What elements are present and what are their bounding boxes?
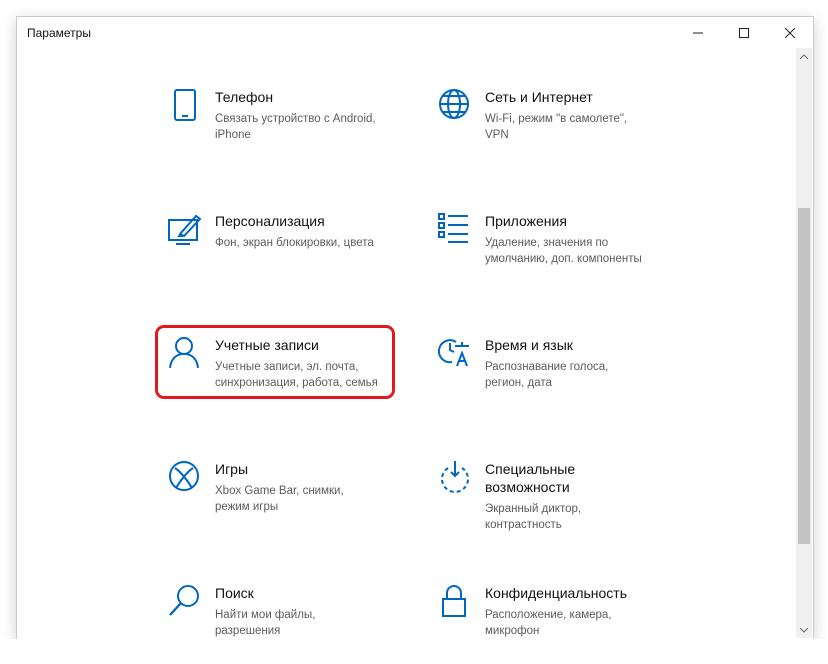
category-title: Персонализация (215, 213, 325, 229)
scroll-up-button[interactable] (796, 48, 812, 64)
person-icon (168, 336, 204, 372)
category-description: Распознавание голоса, (485, 361, 609, 373)
close-button[interactable] (767, 17, 813, 49)
category-title-line2: возможности (485, 479, 570, 495)
close-icon (785, 28, 795, 38)
category-personalization[interactable]: Персонализация Фон, экран блокировки, цв… (168, 212, 408, 292)
category-description: Найти мои файлы, (215, 609, 316, 621)
category-title: Время и язык (485, 337, 573, 353)
category-description: микрофон (485, 625, 540, 637)
category-description: VPN (485, 129, 509, 141)
category-title: Игры (215, 461, 249, 477)
category-description: контрастность (485, 519, 562, 531)
category-gaming[interactable]: Игры Xbox Game Bar, снимки, режим игры (168, 460, 408, 540)
category-description: режим игры (215, 501, 279, 513)
settings-window: Параметры (16, 16, 814, 640)
category-description: Xbox Game Bar, снимки, (215, 485, 344, 497)
scroll-down-button[interactable] (796, 622, 812, 638)
personalization-icon (168, 212, 204, 248)
category-description: Связать устройство с Android, (215, 113, 376, 125)
category-title: Специальные (485, 461, 576, 477)
category-network[interactable]: Сеть и Интернет Wi-Fi, режим "в самолете… (438, 88, 678, 168)
chevron-up-icon (800, 53, 808, 59)
maximize-button[interactable] (721, 17, 767, 49)
minimize-icon (693, 32, 703, 34)
category-phone[interactable]: Телефон Связать устройство с Android, iP… (168, 88, 408, 168)
category-description: разрешения (215, 625, 281, 637)
title-bar[interactable]: Параметры (17, 17, 813, 49)
category-description: Учетные записи, эл. почта, (215, 361, 359, 373)
maximize-icon (739, 28, 749, 38)
page-bottom-margin (0, 639, 828, 655)
lock-icon (438, 584, 474, 620)
scrollbar-thumb[interactable] (798, 208, 810, 544)
category-accounts[interactable]: Учетные записи Учетные записи, эл. почта… (168, 336, 408, 416)
category-apps[interactable]: Приложения Удаление, значения по умолчан… (438, 212, 678, 292)
globe-icon (438, 88, 474, 124)
minimize-button[interactable] (675, 17, 721, 49)
category-title: Сеть и Интернет (485, 89, 593, 105)
accessibility-icon (438, 460, 474, 496)
category-time-language[interactable]: Время и язык Распознавание голоса, регио… (438, 336, 678, 416)
window-title: Параметры (27, 26, 91, 40)
category-title: Приложения (485, 213, 567, 229)
category-title: Телефон (215, 89, 274, 105)
category-title: Учетные записи (215, 337, 319, 353)
vertical-scrollbar[interactable] (796, 48, 812, 638)
category-description: Расположение, камера, (485, 609, 612, 621)
category-description: iPhone (215, 129, 251, 141)
category-accessibility[interactable]: Специальные возможности Экранный диктор,… (438, 460, 678, 560)
category-description: Экранный диктор, (485, 503, 582, 515)
category-title: Конфиденциальность (485, 585, 628, 601)
chevron-down-icon (800, 627, 808, 633)
category-description: Фон, экран блокировки, цвета (215, 237, 374, 249)
category-description: Удаление, значения по (485, 237, 609, 249)
category-title: Поиск (215, 585, 254, 601)
xbox-icon (168, 460, 204, 496)
category-description: умолчанию, доп. компоненты (485, 253, 642, 265)
apps-list-icon (438, 212, 474, 248)
category-description: регион, дата (485, 377, 552, 389)
category-description: Wi-Fi, режим "в самолете", (485, 113, 628, 125)
search-icon (168, 584, 204, 620)
phone-icon (168, 88, 204, 124)
time-language-icon (438, 336, 474, 372)
category-description: синхронизация, работа, семья (215, 377, 378, 389)
